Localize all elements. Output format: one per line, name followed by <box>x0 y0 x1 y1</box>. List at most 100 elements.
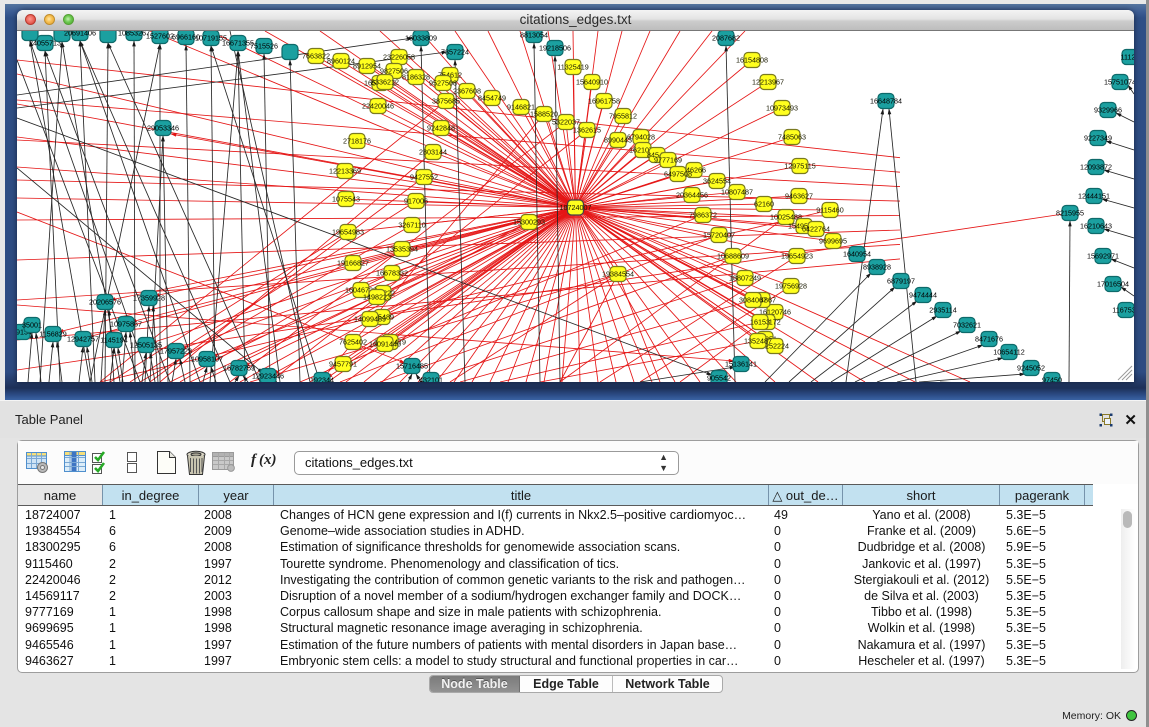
svg-text:8215955: 8215955 <box>1056 209 1084 218</box>
svg-text:8471676: 8471676 <box>975 335 1003 344</box>
svg-text:13535394: 13535394 <box>386 245 418 254</box>
svg-text:6422764: 6422764 <box>802 225 830 234</box>
svg-text:16154808: 16154808 <box>736 56 768 65</box>
svg-text:1362615: 1362615 <box>573 126 601 135</box>
svg-text:3875685: 3875685 <box>432 97 460 106</box>
svg-text:29053346: 29053346 <box>147 124 179 133</box>
svg-text:7986372: 7986372 <box>689 211 717 220</box>
svg-text:9699695: 9699695 <box>819 237 847 246</box>
svg-text:7663822: 7663822 <box>302 52 330 61</box>
svg-text:16153: 16153 <box>750 318 770 327</box>
svg-text:16091440: 16091440 <box>369 340 401 349</box>
svg-text:15751074: 15751074 <box>1104 78 1134 87</box>
svg-text:16782759: 16782759 <box>223 364 255 373</box>
svg-text:10654112: 10654112 <box>993 348 1024 357</box>
svg-text:1498223: 1498223 <box>363 293 391 302</box>
svg-text:7357224: 7357224 <box>441 48 469 57</box>
svg-text:12093872: 12093872 <box>1080 163 1112 172</box>
svg-text:7485063: 7485063 <box>778 133 806 142</box>
svg-text:9777169: 9777169 <box>654 156 682 165</box>
svg-text:15300293: 15300293 <box>513 218 545 227</box>
svg-text:9115460: 9115460 <box>816 206 843 215</box>
svg-text:17957223: 17957223 <box>160 347 192 356</box>
svg-text:19384554: 19384554 <box>602 270 634 279</box>
svg-text:1352487: 1352487 <box>744 337 772 346</box>
svg-text:20691406: 20691406 <box>64 31 96 38</box>
svg-text:19654923: 19654923 <box>781 252 813 261</box>
svg-text:8960124: 8960124 <box>327 57 355 66</box>
svg-text:917006: 917006 <box>404 197 428 206</box>
svg-text:10975867: 10975867 <box>110 320 142 329</box>
svg-text:9457791: 9457791 <box>329 360 357 369</box>
svg-text:15640910: 15640910 <box>576 78 608 87</box>
svg-text:16648784: 16648784 <box>870 97 902 106</box>
svg-text:1167533: 1167533 <box>1112 306 1134 315</box>
svg-text:7955812: 7955812 <box>609 112 637 121</box>
svg-text:9227349: 9227349 <box>1084 134 1112 143</box>
svg-text:8912954: 8912954 <box>353 62 381 71</box>
svg-text:7515526: 7515526 <box>250 42 278 51</box>
svg-text:9427552: 9427552 <box>410 173 438 182</box>
svg-text:20364456: 20364456 <box>676 191 708 200</box>
svg-text:9474444: 9474444 <box>909 291 937 300</box>
svg-text:9463627: 9463627 <box>785 192 813 201</box>
svg-text:15716485: 15716485 <box>396 362 428 371</box>
svg-text:2803144: 2803144 <box>419 148 447 157</box>
svg-text:12923446: 12923446 <box>252 372 284 381</box>
svg-text:8186328: 8186328 <box>402 73 430 82</box>
svg-text:3624554: 3624554 <box>703 177 731 186</box>
svg-text:1156829: 1156829 <box>39 330 66 339</box>
svg-text:16033809: 16033809 <box>405 34 437 43</box>
svg-text:7625402: 7625402 <box>339 338 367 347</box>
svg-text:3267110: 3267110 <box>398 221 425 230</box>
svg-text:1527602: 1527602 <box>146 32 174 41</box>
svg-text:7032621: 7032621 <box>953 321 981 330</box>
svg-text:2935114: 2935114 <box>929 306 956 315</box>
svg-text:8336212: 8336212 <box>371 78 399 87</box>
svg-text:1145194: 1145194 <box>100 336 127 345</box>
svg-text:9245052: 9245052 <box>1017 364 1045 373</box>
svg-text:16678332: 16678332 <box>376 269 408 278</box>
svg-text:192344: 192344 <box>310 376 334 383</box>
svg-text:12444151: 12444151 <box>1078 192 1110 201</box>
svg-text:12975115: 12975115 <box>784 162 815 171</box>
svg-text:18724007: 18724007 <box>560 203 592 212</box>
svg-text:905542: 905542 <box>707 374 731 383</box>
svg-text:1075543: 1075543 <box>332 195 360 204</box>
svg-text:2087682: 2087682 <box>712 34 740 43</box>
svg-text:22420046: 22420046 <box>362 102 394 111</box>
svg-text:1640954: 1640954 <box>843 250 871 259</box>
svg-text:15692971: 15692971 <box>1087 252 1119 261</box>
svg-text:18807249: 18807249 <box>729 274 761 283</box>
svg-text:11123: 11123 <box>1121 53 1134 62</box>
svg-text:20206576: 20206576 <box>89 298 121 307</box>
svg-text:11325419: 11325419 <box>557 63 588 72</box>
svg-text:19218506: 19218506 <box>539 44 571 53</box>
svg-text:10807487: 10807487 <box>721 188 753 197</box>
svg-text:14099489: 14099489 <box>354 315 386 324</box>
svg-text:19756928: 19756928 <box>775 282 807 291</box>
svg-text:9329966: 9329966 <box>1094 106 1122 115</box>
svg-text:8938928: 8938928 <box>863 263 891 272</box>
svg-text:3084067: 3084067 <box>739 296 767 305</box>
svg-text:6497508: 6497508 <box>664 170 692 179</box>
svg-text:8454749: 8454749 <box>478 94 506 103</box>
svg-text:12505135: 12505135 <box>130 341 162 350</box>
svg-text:17016504: 17016504 <box>1097 280 1129 289</box>
svg-text:432101: 432101 <box>419 376 443 383</box>
svg-text:17359928: 17359928 <box>133 294 165 303</box>
svg-text:2367608: 2367608 <box>453 87 481 96</box>
svg-text:10958107: 10958107 <box>191 355 223 364</box>
svg-text:9242848: 9242848 <box>427 124 455 133</box>
svg-text:16210643: 16210643 <box>1080 222 1112 231</box>
svg-text:12213967: 12213967 <box>752 78 784 87</box>
svg-text:23226058: 23226058 <box>383 53 415 62</box>
svg-text:62160: 62160 <box>754 200 774 209</box>
svg-text:6879197: 6879197 <box>887 277 915 286</box>
svg-text:19654983: 19654983 <box>332 228 364 237</box>
svg-text:15136141: 15136141 <box>725 360 757 369</box>
svg-text:15720407: 15720407 <box>703 231 735 240</box>
svg-text:12213369: 12213369 <box>329 167 361 176</box>
svg-text:12942757: 12942757 <box>67 335 99 344</box>
svg-text:10973493: 10973493 <box>766 104 798 113</box>
